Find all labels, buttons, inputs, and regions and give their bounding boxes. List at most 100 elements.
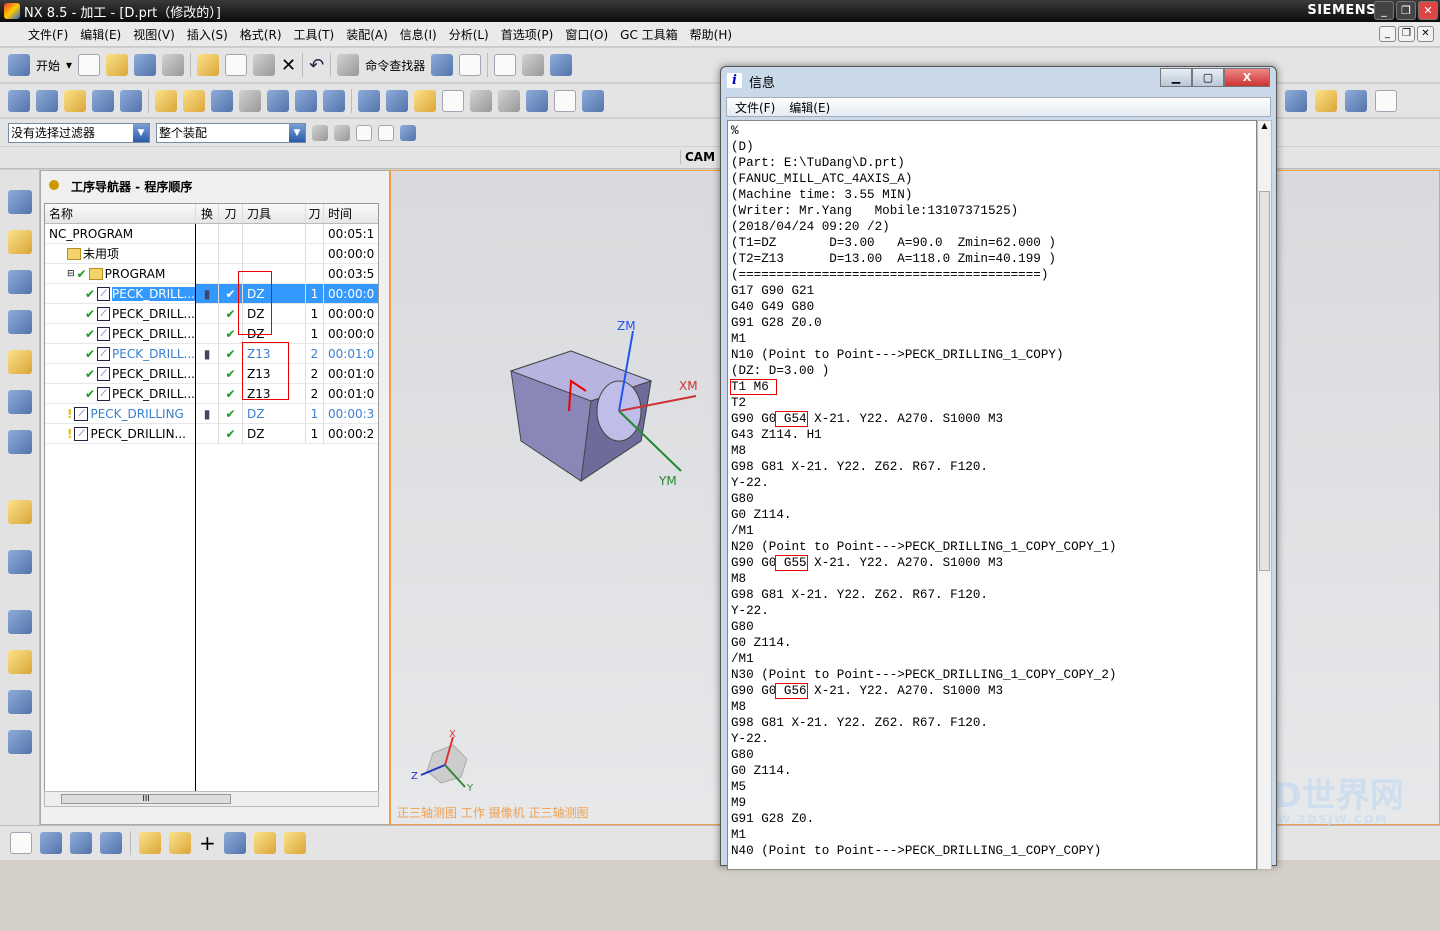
dialog-maximize-button[interactable]: ▢ [1192, 68, 1224, 87]
snap-icon[interactable] [334, 124, 350, 141]
create-tool-icon[interactable] [36, 89, 58, 112]
selection-filter-dropdown[interactable]: 没有选择过滤器 ▼ [8, 122, 150, 143]
create-operation-icon[interactable] [120, 89, 142, 112]
shop-documentation-icon[interactable] [1375, 89, 1397, 112]
create-geometry-icon[interactable] [64, 89, 86, 112]
operation-edit-icon[interactable] [1315, 89, 1337, 112]
tree-row[interactable]: ⊟ ✔ PROGRAM 00:03:5 [45, 264, 378, 284]
delete-icon[interactable]: ✕ [281, 55, 296, 76]
operation-time-icon[interactable] [1345, 89, 1367, 112]
select-point-icon[interactable] [356, 124, 372, 141]
display-object-icon[interactable] [323, 89, 345, 112]
box-icon[interactable] [283, 832, 306, 854]
filter-icon[interactable] [312, 124, 328, 141]
column-tool-number[interactable]: 刀 [305, 204, 323, 223]
resource-tab-1-icon[interactable] [8, 230, 32, 254]
menu-item-3[interactable]: 插入(S) [187, 26, 228, 43]
column-toolchange[interactable]: 换 [195, 204, 218, 223]
menu-item-0[interactable]: 文件(F) [28, 26, 68, 43]
column-name[interactable]: 名称 [45, 205, 195, 222]
render-style-icon[interactable] [522, 54, 545, 76]
open-icon[interactable] [106, 54, 129, 76]
dialog-minimize-button[interactable]: ▁ [1160, 68, 1192, 87]
tree-row[interactable]: ✔ ⟋ PECK_DRILL... ✔ Z13 2 00:01:0 [45, 384, 378, 404]
time-icon[interactable] [582, 89, 604, 112]
operation-navigator-icon[interactable] [10, 832, 32, 854]
tree-row[interactable]: ✔ ⟋ PECK_DRILL... ▮ ✔ Z13 2 00:01:0 [45, 344, 378, 364]
restore-button[interactable]: ❐ [1396, 1, 1416, 20]
cylinder-icon[interactable] [253, 832, 276, 854]
menu-item-5[interactable]: 工具(T) [294, 26, 335, 43]
collapse-icon[interactable]: ⊟ [67, 269, 75, 279]
tree-row[interactable]: ✔ ⟋ PECK_DRILL... ✔ DZ 1 00:00:0 [45, 324, 378, 344]
info-text-area[interactable]: % (D) (Part: E:\TuDang\D.prt) (FANUC_MILL_A… [727, 120, 1257, 870]
menu-item-10[interactable]: 窗口(O) [565, 26, 608, 43]
column-tool[interactable]: 刀具 [242, 204, 305, 223]
start-button[interactable]: 开始 [36, 57, 60, 74]
fit-view-icon[interactable] [494, 54, 517, 76]
operation-list-icon[interactable] [1285, 89, 1307, 112]
menu-item-12[interactable]: 帮助(H) [690, 26, 732, 43]
resource-tab-7-icon[interactable] [8, 500, 32, 524]
menu-item-4[interactable]: 格式(R) [240, 26, 282, 43]
paste-object-icon[interactable] [239, 89, 261, 112]
generate-toolpath-icon[interactable] [358, 89, 380, 112]
minimize-button[interactable]: _ [1374, 1, 1394, 20]
resource-tab-9-icon[interactable] [8, 610, 32, 634]
method-view-icon[interactable] [100, 832, 122, 854]
edit-object-icon[interactable] [155, 89, 177, 112]
tree-row[interactable]: ! ⟋ PECK_DRILLING ▮ ✔ DZ 1 00:00:3 [45, 404, 378, 424]
resource-tab-0-icon[interactable] [8, 190, 32, 214]
cut-object-icon[interactable] [183, 89, 205, 112]
paste-icon[interactable] [253, 54, 276, 76]
resource-tab-6-icon[interactable] [8, 430, 32, 454]
copy-icon[interactable] [225, 54, 248, 76]
print-icon[interactable] [162, 54, 185, 76]
cut-icon[interactable] [197, 54, 220, 76]
scope-dropdown[interactable]: 整个装配 ▼ [156, 122, 306, 143]
snap-point-icon[interactable] [139, 832, 161, 854]
binoculars-icon[interactable] [337, 54, 360, 76]
delete-object-icon[interactable] [267, 89, 289, 112]
rectangle-select-icon[interactable] [378, 124, 394, 141]
shop-doc-icon[interactable] [554, 89, 576, 112]
create-method-icon[interactable] [92, 89, 114, 112]
menu-item-7[interactable]: 信息(I) [400, 26, 437, 43]
list-toolpath-icon[interactable] [442, 89, 464, 112]
pin-icon[interactable] [49, 180, 59, 190]
menu-item-11[interactable]: GC 工具箱 [620, 26, 678, 43]
vertical-scrollbar[interactable]: ▲ [1257, 120, 1272, 870]
geometry-view-icon[interactable] [70, 832, 92, 854]
tree-row[interactable]: ✔ ⟋ PECK_DRILL... ✔ DZ 1 00:00:0 [45, 304, 378, 324]
tree-row[interactable]: ! ⟋ PECK_DRILLIN... ✔ DZ 1 00:00:2 [45, 424, 378, 444]
replay-toolpath-icon[interactable] [386, 89, 408, 112]
doc-restore-button[interactable]: ❐ [1398, 26, 1415, 42]
doc-minimize-button[interactable]: _ [1379, 26, 1396, 42]
menu-item-6[interactable]: 装配(A) [346, 26, 388, 43]
dialog-menu-file[interactable]: 文件(F) [735, 99, 775, 116]
resource-tab-2-icon[interactable] [8, 270, 32, 294]
resource-tab-11-icon[interactable] [8, 690, 32, 714]
column-path[interactable]: 刀 [218, 204, 242, 223]
tree-row[interactable]: 未用项 00:00:0 [45, 244, 378, 264]
simulate-icon[interactable] [470, 89, 492, 112]
postprocess-icon[interactable] [526, 89, 548, 112]
column-time[interactable]: 时间 [323, 204, 378, 223]
dialog-menu-edit[interactable]: 编辑(E) [789, 99, 830, 116]
info-icon[interactable] [459, 54, 482, 76]
layer-icon[interactable] [223, 832, 246, 854]
resource-tab-5-icon[interactable] [8, 390, 32, 414]
menu-item-8[interactable]: 分析(L) [449, 26, 489, 43]
tree-row[interactable]: ✔ ⟋ PECK_DRILL... ▮ ✔ DZ 1 00:00:0 [45, 284, 378, 304]
resource-tab-12-icon[interactable] [8, 730, 32, 754]
close-button[interactable]: ✕ [1418, 1, 1438, 20]
verify-toolpath-icon[interactable] [414, 89, 436, 112]
view-cube-icon[interactable] [400, 124, 416, 141]
doc-close-button[interactable]: ✕ [1417, 26, 1434, 42]
copy-object-icon[interactable] [211, 89, 233, 112]
clip-icon[interactable] [169, 832, 191, 854]
create-program-icon[interactable] [8, 89, 30, 112]
shaded-cube-icon[interactable] [550, 54, 573, 76]
save-icon[interactable] [134, 54, 157, 76]
dialog-close-button[interactable]: X [1224, 68, 1270, 87]
